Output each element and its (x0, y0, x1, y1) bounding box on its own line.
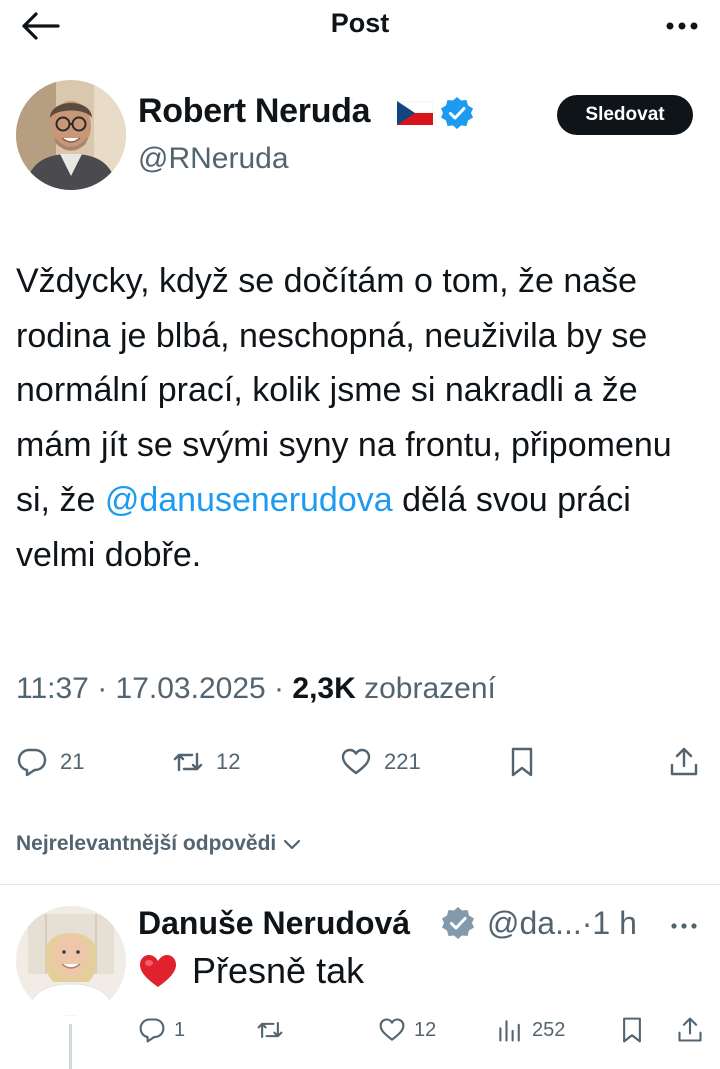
chevron-down-icon (284, 839, 301, 850)
verified-badge-icon (440, 96, 474, 130)
heart-outline-icon (379, 1018, 405, 1041)
views-label: zobrazení (364, 672, 496, 705)
reply-views-count: 252 (532, 1018, 566, 1041)
bookmark-icon (623, 1017, 641, 1043)
more-options-button[interactable] (662, 12, 702, 40)
analytics-bars-icon (499, 1020, 520, 1042)
sort-label: Nejrelevantnější odpovědi (16, 832, 277, 855)
reply-message: Přesně tak (192, 950, 365, 991)
reply-like-count: 12 (414, 1018, 437, 1041)
share-icon (678, 1017, 702, 1042)
bookmark-button[interactable] (506, 742, 538, 782)
reply-bubble-icon (139, 1018, 165, 1043)
more-horizontal-icon (666, 22, 698, 30)
more-horizontal-icon (671, 923, 697, 929)
reply-count: 21 (60, 749, 85, 774)
reply-reply-count: 1 (174, 1018, 186, 1041)
post-time[interactable]: 11:37 (16, 672, 89, 705)
repost-icon (173, 752, 203, 772)
views-count: 2,3K (292, 672, 356, 705)
reply-bubble-icon (17, 748, 47, 777)
meta-separator: · (274, 672, 285, 705)
post-text: Vždycky, když se dočítám o tom, že naše … (16, 254, 706, 582)
reply-author-avatar[interactable] (16, 906, 126, 1016)
bookmark-icon (511, 747, 533, 777)
repost-count: 12 (216, 749, 241, 774)
page-title: Post (330, 8, 390, 38)
mention-link[interactable]: @danusenerudova (105, 481, 393, 519)
share-icon (670, 747, 698, 776)
reply-time[interactable]: ·1 h (582, 905, 637, 941)
reply-views-button[interactable]: 252 (496, 1012, 565, 1048)
reply-share-button[interactable] (676, 1012, 704, 1048)
red-heart-emoji-icon (140, 955, 176, 987)
share-button[interactable] (668, 742, 700, 782)
replies-sort-dropdown[interactable]: Nejrelevantnější odpovědi (16, 832, 302, 856)
reply-repost-button[interactable] (256, 1012, 284, 1048)
repost-icon (257, 1021, 283, 1039)
author-name[interactable]: Robert Neruda (138, 92, 371, 131)
repost-button[interactable]: 12 (172, 742, 240, 782)
follow-button[interactable]: Sledovat (557, 95, 693, 135)
reply-button[interactable]: 21 (16, 742, 84, 782)
reply-reply-button[interactable]: 1 (138, 1012, 185, 1048)
reply-author-name[interactable]: Danuše Nerudová (138, 905, 410, 942)
reply-more-button[interactable] (666, 914, 702, 938)
divider (0, 884, 720, 885)
post-meta: 11:37 · 17.03.2025 · 2,3K zobrazení (16, 672, 496, 706)
like-button[interactable]: 221 (340, 742, 421, 782)
reply-handle-time: @da...·1 h (487, 905, 637, 942)
thread-line (69, 1024, 72, 1069)
reply-like-button[interactable]: 12 (378, 1012, 436, 1048)
author-handle[interactable]: @RNeruda (138, 142, 289, 176)
like-count: 221 (384, 749, 421, 774)
reply-author-handle[interactable]: @da... (487, 905, 582, 941)
reply-bookmark-button[interactable] (618, 1012, 646, 1048)
reply-text: Přesně tak (138, 950, 364, 992)
post-date[interactable]: 17.03.2025 (116, 672, 266, 705)
meta-separator: · (97, 672, 108, 705)
heart-outline-icon (341, 748, 371, 775)
czech-flag-icon (397, 101, 433, 125)
verified-badge-gray-icon (441, 906, 475, 940)
author-avatar[interactable] (16, 80, 126, 190)
